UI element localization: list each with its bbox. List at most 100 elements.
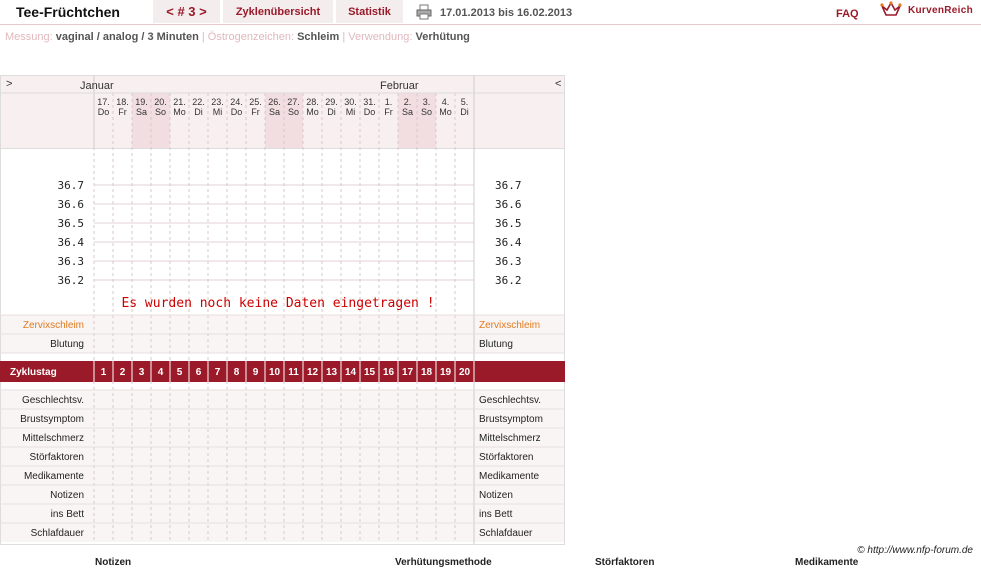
day-number: 30.	[344, 97, 357, 107]
day-number: 4.	[442, 97, 450, 107]
prev-arrow[interactable]: >	[6, 78, 12, 90]
row-label-left: Schlafdauer	[31, 528, 85, 539]
temp-label-right: 36.7	[495, 179, 522, 192]
day-number: 23.	[211, 97, 224, 107]
cycle-day-number: 4	[158, 367, 164, 378]
temp-label-right: 36.4	[495, 236, 522, 249]
messung-value: vaginal / analog / 3 Minuten	[55, 31, 199, 43]
separator: |	[201, 31, 205, 43]
cycle-day-number: 7	[215, 367, 221, 378]
temp-label-right: 36.2	[495, 274, 522, 287]
messung-label: Messung:	[5, 31, 53, 43]
day-weekday: Mo	[173, 107, 186, 117]
tab-statistik[interactable]: Statistik	[336, 0, 403, 23]
row-label-left: Medikamente	[24, 471, 84, 482]
zyklustag-bar	[0, 361, 565, 382]
cycle-day-number: 3	[139, 367, 145, 378]
row-label-right: Mittelschmerz	[479, 433, 541, 444]
cycle-day-number: 10	[269, 367, 281, 378]
cycle-day-number: 20	[459, 367, 471, 378]
day-weekday: So	[155, 107, 166, 117]
verwendung-label: Verwendung:	[348, 31, 413, 43]
day-weekday: Sa	[269, 107, 280, 117]
day-weekday: Fr	[118, 107, 127, 117]
month-label: Januar	[80, 80, 114, 92]
cycle-day-number: 16	[383, 367, 395, 378]
day-number: 19.	[135, 97, 148, 107]
oestrogen-label: Östrogenzeichen:	[207, 31, 294, 43]
month-label: Februar	[380, 80, 419, 92]
day-weekday: Mo	[439, 107, 452, 117]
day-weekday: Sa	[136, 107, 147, 117]
day-weekday: Mi	[213, 107, 223, 117]
cycle-day-number: 14	[345, 367, 357, 378]
temp-label-left: 36.6	[58, 198, 85, 211]
day-number: 21.	[173, 97, 186, 107]
day-weekday: Mi	[346, 107, 356, 117]
info-bar: Messung: vaginal / analog / 3 Minuten | …	[5, 31, 470, 43]
row-label-left: Geschlechtsv.	[22, 395, 84, 406]
day-number: 20.	[154, 97, 167, 107]
row-label-right: Medikamente	[479, 471, 539, 482]
faq-link[interactable]: FAQ	[836, 8, 859, 20]
day-number: 27.	[287, 97, 300, 107]
row-label-right: Geschlechtsv.	[479, 395, 541, 406]
day-number: 1.	[385, 97, 393, 107]
day-number: 5.	[461, 97, 469, 107]
crown-icon	[880, 1, 902, 16]
oestrogen-value: Schleim	[297, 31, 340, 43]
credit-text: © http://www.nfp-forum.de	[857, 545, 973, 556]
row-label-left: Brustsymptom	[20, 414, 84, 425]
top-divider	[0, 24, 981, 25]
row-label-left: Mittelschmerz	[22, 433, 84, 444]
temp-label-right: 36.6	[495, 198, 522, 211]
printer-icon[interactable]	[416, 4, 432, 20]
temp-label-left: 36.2	[58, 274, 85, 287]
cycle-day-number: 8	[234, 367, 240, 378]
cycle-nav-button[interactable]: < # 3 >	[153, 0, 220, 23]
day-weekday: Fr	[251, 107, 260, 117]
day-weekday: Di	[327, 107, 336, 117]
day-weekday: Fr	[384, 107, 393, 117]
day-weekday: So	[421, 107, 432, 117]
day-number: 17.	[97, 97, 110, 107]
brand-name[interactable]: KurvenReich	[908, 5, 973, 16]
day-number: 24.	[230, 97, 243, 107]
day-number: 31.	[363, 97, 376, 107]
cycle-day-number: 1	[101, 367, 107, 378]
temp-label-left: 36.4	[58, 236, 85, 249]
cycle-day-number: 11	[288, 367, 299, 378]
zervix-label-right: Zervixschleim	[479, 320, 540, 331]
day-number: 25.	[249, 97, 262, 107]
verwendung-value: Verhütung	[415, 31, 470, 43]
cycle-day-number: 2	[120, 367, 126, 378]
row-label-right: Schlafdauer	[479, 528, 533, 539]
day-number: 26.	[268, 97, 281, 107]
cycle-day-number: 18	[421, 367, 433, 378]
app-title: Tee-Früchtchen	[16, 4, 120, 20]
row-label-right: Notizen	[479, 490, 513, 501]
temp-label-right: 36.3	[495, 255, 522, 268]
temp-label-left: 36.5	[58, 217, 85, 230]
row-label-right: Brustsymptom	[479, 414, 543, 425]
next-arrow[interactable]: <	[555, 78, 561, 90]
day-weekday: Sa	[402, 107, 413, 117]
cycle-day-number: 17	[402, 367, 414, 378]
separator: |	[342, 31, 346, 43]
tab-zyklenuebersicht[interactable]: Zyklenübersicht	[223, 0, 333, 23]
row-label-right: Störfaktoren	[479, 452, 533, 463]
day-number: 18.	[116, 97, 129, 107]
day-weekday: Di	[194, 107, 203, 117]
no-data-message: Es wurden noch keine Daten eingetragen !	[121, 296, 434, 311]
cycle-day-number: 12	[307, 367, 319, 378]
cycle-day-number: 9	[253, 367, 259, 378]
blutung-label-right: Blutung	[479, 339, 513, 350]
zervix-label-left: Zervixschleim	[23, 320, 84, 331]
row-label-left: ins Bett	[51, 509, 85, 520]
cycle-day-number: 13	[326, 367, 338, 378]
day-weekday: Do	[98, 107, 110, 117]
cycle-day-number: 19	[440, 367, 452, 378]
row-label-left: Störfaktoren	[30, 452, 84, 463]
cycle-day-number: 6	[196, 367, 202, 378]
temp-label-left: 36.3	[58, 255, 85, 268]
